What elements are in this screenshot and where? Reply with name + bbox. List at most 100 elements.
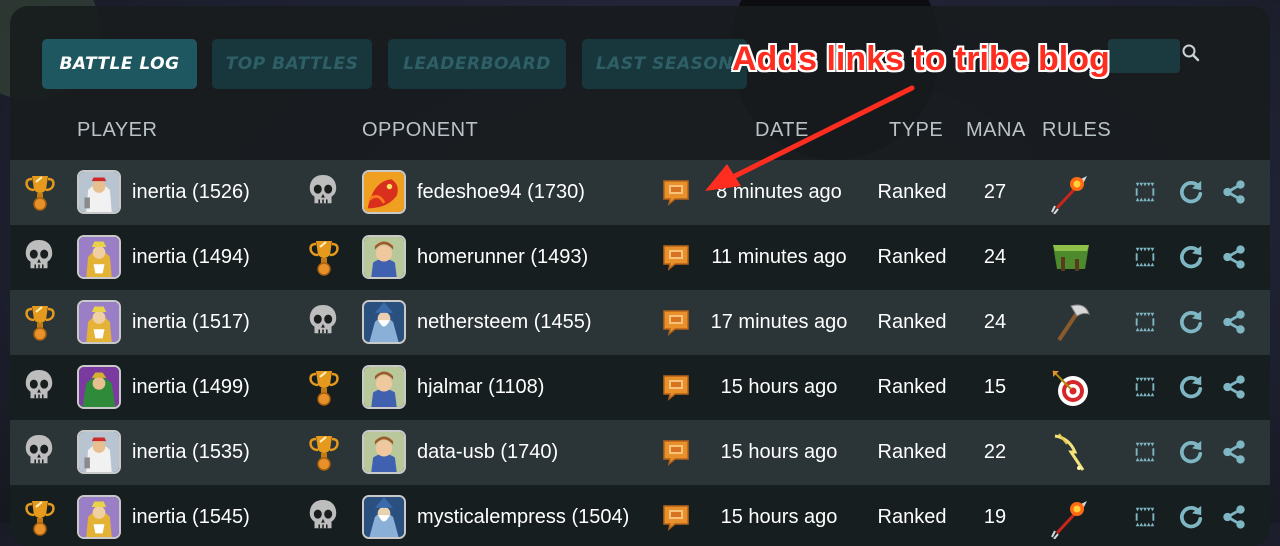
tribe-blog-icon[interactable] <box>661 243 691 276</box>
tab-top-battles[interactable]: TOP BATTLES <box>212 39 372 89</box>
player-avatar[interactable] <box>77 430 121 474</box>
share-icon[interactable] <box>1221 439 1247 470</box>
skull-icon <box>306 497 340 540</box>
column-header-mana: MANA <box>966 119 1026 141</box>
trophy-icon <box>22 497 58 542</box>
player-name-link[interactable]: inertia (1535) <box>132 420 250 485</box>
mana-cap: 15 <box>983 376 1007 398</box>
battle-date: 11 minutes ago <box>711 246 847 268</box>
opponent-avatar[interactable] <box>362 430 406 474</box>
opponent-avatar[interactable] <box>362 170 406 214</box>
search-icon[interactable] <box>1180 42 1202 64</box>
view-battle-icon[interactable] <box>1132 309 1158 340</box>
battle-type: Ranked <box>877 311 947 333</box>
player-avatar[interactable] <box>77 235 121 279</box>
axe-icon <box>1049 300 1093 349</box>
tab-battle-log[interactable]: BATTLE LOG <box>42 39 197 89</box>
search-input[interactable] <box>1108 39 1180 73</box>
player-name-link[interactable]: inertia (1517) <box>132 290 250 355</box>
skull-icon <box>22 367 56 410</box>
trophy-icon <box>306 432 342 477</box>
tab-leaderboard[interactable]: LEADERBOARD <box>388 39 566 89</box>
column-header-type: TYPE <box>889 119 944 141</box>
share-icon[interactable] <box>1221 504 1247 535</box>
skull-icon <box>306 172 340 215</box>
battle-date: 15 hours ago <box>720 376 838 398</box>
battle-row[interactable]: inertia (1545) mysticalempress (1504) 15 h… <box>10 485 1270 546</box>
opponent-name-link[interactable]: nethersteem (1455) <box>417 290 592 355</box>
opponent-name-link[interactable]: mysticalempress (1504) <box>417 485 629 546</box>
opponent-avatar[interactable] <box>362 235 406 279</box>
fire-arrow-icon <box>1049 495 1093 544</box>
player-avatar[interactable] <box>77 365 121 409</box>
battle-row[interactable]: inertia (1499) hjalmar (1108) 15 hours ago… <box>10 355 1270 420</box>
rematch-icon[interactable] <box>1178 309 1204 340</box>
trophy-icon <box>22 172 58 217</box>
rematch-icon[interactable] <box>1178 179 1204 210</box>
trophy-icon <box>22 302 58 347</box>
battle-date: 8 minutes ago <box>716 181 842 203</box>
opponent-name-link[interactable]: data-usb (1740) <box>417 420 558 485</box>
tab-last-season[interactable]: LAST SEASON <box>582 39 747 89</box>
opponent-name-link[interactable]: fedeshoe94 (1730) <box>417 160 585 225</box>
tribe-blog-icon[interactable] <box>661 308 691 341</box>
battle-row[interactable]: inertia (1517) nethersteem (1455) 17 minut… <box>10 290 1270 355</box>
player-avatar[interactable] <box>77 170 121 214</box>
earth-block-icon <box>1049 235 1093 284</box>
battle-date: 17 minutes ago <box>710 311 848 333</box>
share-icon[interactable] <box>1221 309 1247 340</box>
mana-cap: 19 <box>983 506 1007 528</box>
annotation-label: Adds links to tribe blog <box>732 40 1110 78</box>
view-battle-icon[interactable] <box>1132 374 1158 405</box>
battle-type: Ranked <box>877 506 947 528</box>
column-header-date: DATE <box>755 119 809 141</box>
trophy-icon <box>306 367 342 412</box>
rematch-icon[interactable] <box>1178 244 1204 275</box>
mana-cap: 22 <box>983 441 1007 463</box>
player-name-link[interactable]: inertia (1499) <box>132 355 250 420</box>
column-header-player: PLAYER <box>77 119 158 141</box>
lightning-icon <box>1049 430 1093 479</box>
player-name-link[interactable]: inertia (1526) <box>132 160 250 225</box>
battle-row[interactable]: inertia (1535) data-usb (1740) 15 hours ag… <box>10 420 1270 485</box>
rematch-icon[interactable] <box>1178 439 1204 470</box>
view-battle-icon[interactable] <box>1132 439 1158 470</box>
target-icon <box>1049 365 1093 414</box>
mana-cap: 27 <box>983 181 1007 203</box>
skull-icon <box>22 237 56 280</box>
tribe-blog-icon[interactable] <box>661 373 691 406</box>
view-battle-icon[interactable] <box>1132 504 1158 535</box>
opponent-name-link[interactable]: homerunner (1493) <box>417 225 588 290</box>
view-battle-icon[interactable] <box>1132 244 1158 275</box>
player-avatar[interactable] <box>77 300 121 344</box>
tribe-blog-icon[interactable] <box>661 178 691 211</box>
player-avatar[interactable] <box>77 495 121 539</box>
opponent-name-link[interactable]: hjalmar (1108) <box>417 355 544 420</box>
skull-icon <box>22 432 56 475</box>
opponent-avatar[interactable] <box>362 495 406 539</box>
battle-row[interactable]: inertia (1526) fedeshoe94 (1730) 8 minutes… <box>10 160 1270 225</box>
battle-date: 15 hours ago <box>720 506 838 528</box>
rematch-icon[interactable] <box>1178 504 1204 535</box>
battle-date: 15 hours ago <box>720 441 838 463</box>
battle-type: Ranked <box>877 376 947 398</box>
mana-cap: 24 <box>983 246 1007 268</box>
share-icon[interactable] <box>1221 244 1247 275</box>
trophy-icon <box>306 237 342 282</box>
share-icon[interactable] <box>1221 374 1247 405</box>
rematch-icon[interactable] <box>1178 374 1204 405</box>
battle-row[interactable]: inertia (1494) homerunner (1493) 11 minute… <box>10 225 1270 290</box>
opponent-avatar[interactable] <box>362 365 406 409</box>
column-header-rules: RULES <box>1042 119 1112 141</box>
battle-type: Ranked <box>877 246 947 268</box>
opponent-avatar[interactable] <box>362 300 406 344</box>
player-name-link[interactable]: inertia (1494) <box>132 225 250 290</box>
share-icon[interactable] <box>1221 179 1247 210</box>
column-header-opponent: OPPONENT <box>362 119 479 141</box>
tribe-blog-icon[interactable] <box>661 438 691 471</box>
player-name-link[interactable]: inertia (1545) <box>132 485 250 546</box>
view-battle-icon[interactable] <box>1132 179 1158 210</box>
tribe-blog-icon[interactable] <box>661 503 691 536</box>
battle-log-panel: BATTLE LOG TOP BATTLES LEADERBOARD LAST … <box>10 6 1270 546</box>
skull-icon <box>306 302 340 345</box>
